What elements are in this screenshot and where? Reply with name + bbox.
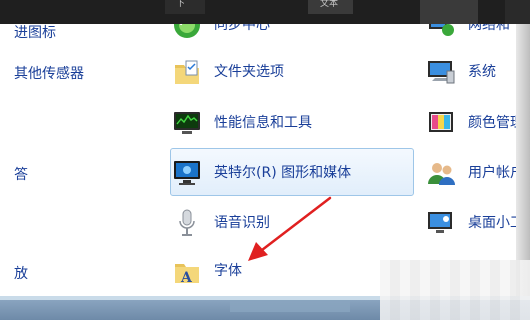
watermark-area: [380, 260, 530, 320]
window-right-edge: [516, 24, 530, 296]
taskbar-blurred-item: [230, 300, 350, 312]
